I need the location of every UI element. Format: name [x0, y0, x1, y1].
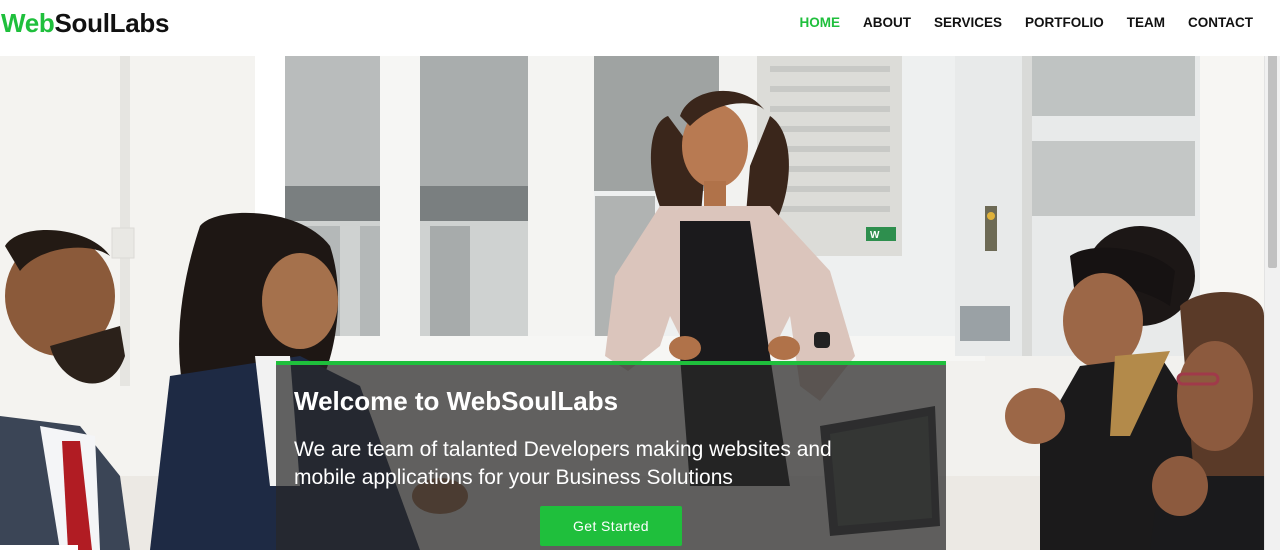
vertical-scrollbar[interactable]: [1264, 0, 1280, 550]
nav-item-home[interactable]: HOME: [799, 14, 840, 32]
page-bottom-strip: [0, 545, 78, 550]
main-nav: HOME ABOUT SERVICES PORTFOLIO TEAM CONTA…: [799, 14, 1253, 32]
nav-item-services[interactable]: SERVICES: [934, 14, 1002, 32]
site-header: WebSoulLabs HOME ABOUT SERVICES PORTFOLI…: [0, 0, 1280, 56]
nav-item-team[interactable]: TEAM: [1127, 14, 1165, 32]
street-sign-text: W: [870, 230, 880, 241]
get-started-button[interactable]: Get Started: [540, 506, 682, 546]
nav-item-contact[interactable]: CONTACT: [1188, 14, 1253, 32]
hero-overlay-box: Welcome to WebSoulLabs We are team of ta…: [276, 361, 946, 550]
nav-item-portfolio[interactable]: PORTFOLIO: [1025, 14, 1104, 32]
brand-logo-part-soullabs: SoulLabs: [54, 8, 170, 38]
nav-item-about[interactable]: ABOUT: [863, 14, 911, 32]
brand-logo-part-web: Web: [1, 8, 55, 38]
hero-subtitle: We are team of talanted Developers makin…: [294, 438, 832, 489]
hero-title: Welcome to WebSoulLabs: [294, 386, 619, 416]
brand-logo[interactable]: WebSoulLabs: [1, 6, 169, 40]
